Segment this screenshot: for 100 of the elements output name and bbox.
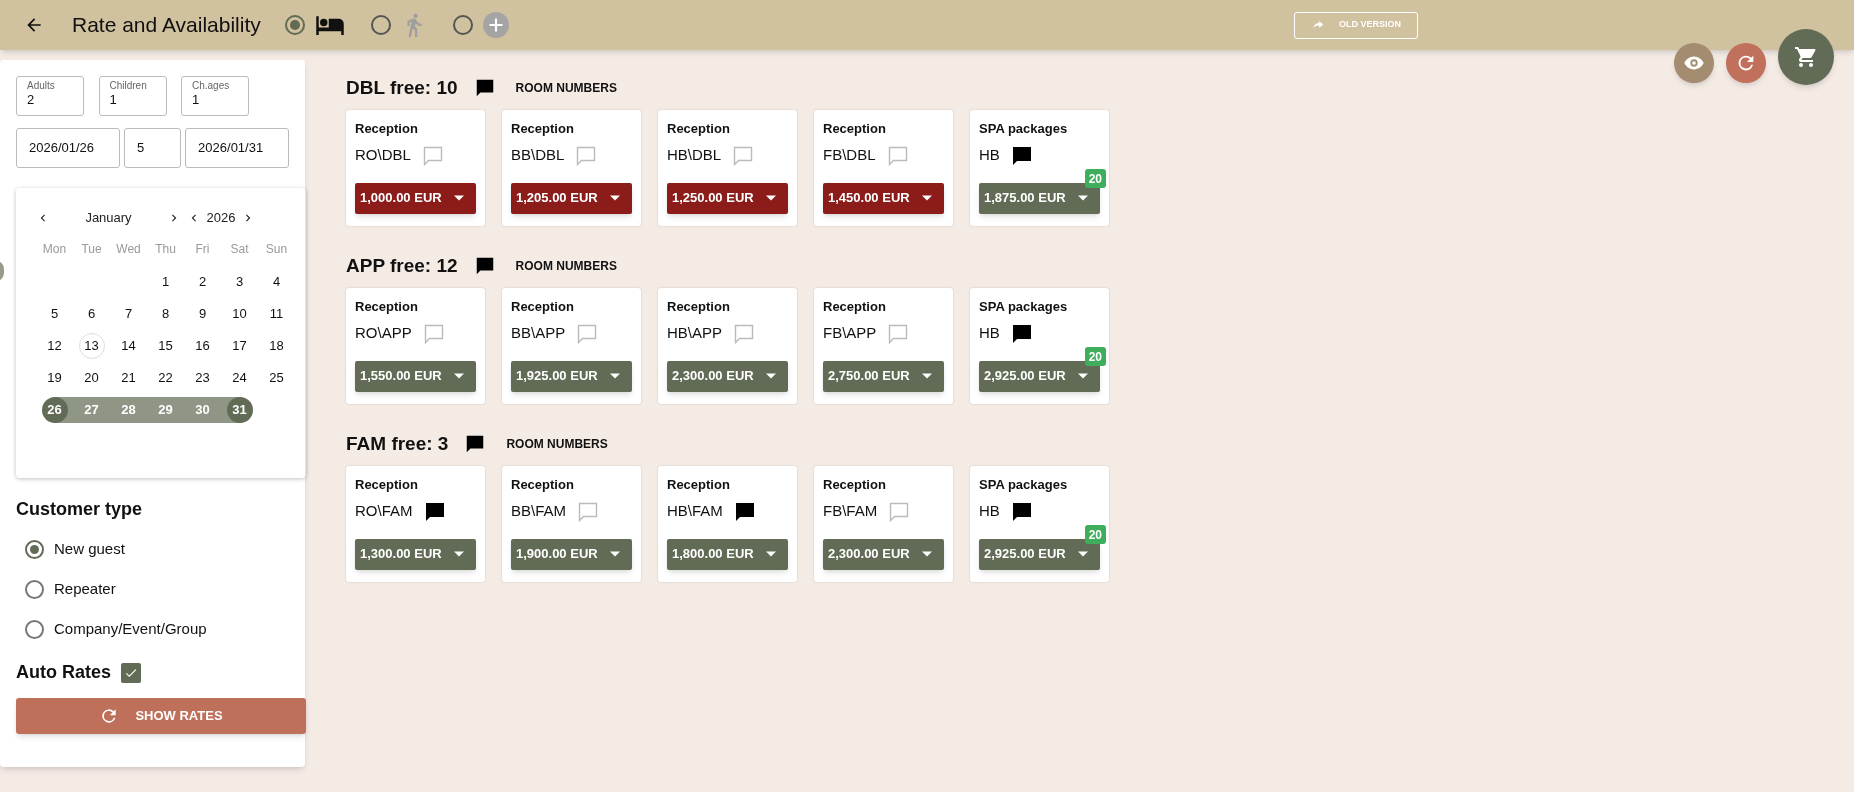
price-dropdown[interactable]: 1,205.00 EUR <box>511 182 632 214</box>
calendar-day[interactable]: 21 <box>115 365 142 391</box>
arrival-date-field[interactable]: 2026/01/26 <box>16 128 120 168</box>
departure-date-field[interactable]: 2026/01/31 <box>185 128 289 168</box>
room-numbers-button[interactable]: ROOM NUMBERS <box>515 79 617 97</box>
page-title: Rate and Availability <box>72 12 261 39</box>
radio-button[interactable] <box>25 539 44 559</box>
rate-group-label: Reception <box>355 476 419 494</box>
price-dropdown[interactable]: 2,300.00 EUR <box>823 538 944 570</box>
count-badge: 20 <box>1084 525 1106 544</box>
radio-button[interactable] <box>25 619 44 639</box>
section-title: Customer type <box>16 498 144 521</box>
caret-icon <box>454 551 464 557</box>
calendar-day[interactable]: 20 <box>78 365 105 391</box>
radio-label: Company/Event/Group <box>54 618 207 639</box>
rate-name: BB\APP <box>511 323 566 344</box>
rate-name: RO\FAM <box>355 501 413 522</box>
calendar-day[interactable]: 7 <box>115 301 142 327</box>
rate-group-label: Reception <box>355 120 419 138</box>
plus-icon <box>482 12 509 38</box>
calendar-day[interactable]: 22 <box>152 365 179 391</box>
rate-group-label: Reception <box>511 120 575 138</box>
calendar-day[interactable]: 15 <box>152 333 179 359</box>
price-dropdown[interactable]: 2,925.00 EUR <box>979 538 1100 570</box>
room-type-title: APP free: 12 <box>346 253 458 278</box>
price-dropdown[interactable]: 1,900.00 EUR <box>511 538 632 570</box>
caret-icon <box>610 551 620 557</box>
rate-group-label: Reception <box>823 298 887 316</box>
caret-icon <box>610 195 620 201</box>
adults-field[interactable]: Adults 2 <box>16 76 84 116</box>
caret-icon <box>766 373 776 379</box>
calendar-day[interactable]: 14 <box>115 333 142 359</box>
rate-name: RO\DBL <box>355 145 411 166</box>
calendar-day[interactable]: 31 <box>226 397 253 423</box>
price-dropdown[interactable]: 1,000.00 EUR <box>355 182 476 214</box>
nights-field[interactable]: 5 <box>123 128 182 168</box>
calendar-day[interactable]: 18 <box>263 333 290 359</box>
calendar-day[interactable]: 3 <box>226 269 253 295</box>
price-dropdown[interactable]: 2,300.00 EUR <box>667 360 788 392</box>
price-dropdown[interactable]: 1,800.00 EUR <box>667 538 788 570</box>
calendar-day[interactable]: 24 <box>226 365 253 391</box>
price-dropdown[interactable]: 2,925.00 EUR <box>979 360 1100 392</box>
calendar-day[interactable]: 4 <box>263 269 290 295</box>
rate-name: FB\APP <box>823 323 877 344</box>
count-badge: 20 <box>1084 169 1106 188</box>
auto-rates-checkbox[interactable] <box>121 662 141 683</box>
radio-label: Repeater <box>54 578 116 599</box>
rate-group-label: Reception <box>667 476 731 494</box>
rate-name: HB <box>979 323 1000 344</box>
month-label: January <box>84 209 133 228</box>
price-dropdown[interactable]: 1,250.00 EUR <box>667 182 788 214</box>
calendar-day[interactable]: 25 <box>263 365 290 391</box>
caret-icon <box>1078 373 1088 379</box>
rate-group-label: Reception <box>511 298 575 316</box>
calendar-day[interactable]: 10 <box>226 301 253 327</box>
price-dropdown[interactable]: 2,750.00 EUR <box>823 360 944 392</box>
mode-radio[interactable] <box>452 15 473 35</box>
caret-icon <box>1078 195 1088 201</box>
radio-button[interactable] <box>25 579 44 599</box>
radio-label: New guest <box>54 538 125 559</box>
preview-button[interactable] <box>1674 43 1714 83</box>
rate-name: HB\APP <box>667 323 723 344</box>
caret-icon <box>922 551 932 557</box>
price-dropdown[interactable]: 1,450.00 EUR <box>823 182 944 214</box>
price-dropdown[interactable]: 1,550.00 EUR <box>355 360 476 392</box>
price-dropdown[interactable]: 1,300.00 EUR <box>355 538 476 570</box>
rate-group-label: SPA packages <box>979 298 1069 316</box>
calendar-day[interactable]: 12 <box>41 333 68 359</box>
child-ages-field[interactable]: Ch.ages 1 <box>181 76 249 116</box>
mode-radio[interactable] <box>284 15 305 35</box>
room-numbers-button[interactable]: ROOM NUMBERS <box>515 257 617 275</box>
calendar-day[interactable]: 8 <box>152 301 179 327</box>
caret-icon <box>922 373 932 379</box>
calendar-day[interactable]: 5 <box>41 301 68 327</box>
room-numbers-button[interactable]: ROOM NUMBERS <box>506 435 608 453</box>
mode-radio[interactable] <box>370 15 391 35</box>
calendar-day[interactable]: 1 <box>152 269 179 295</box>
weekday-label: Fri <box>194 241 211 258</box>
calendar-day[interactable]: 11 <box>263 301 290 327</box>
calendar-day[interactable]: 6 <box>78 301 105 327</box>
calendar-day[interactable]: 23 <box>189 365 216 391</box>
rate-group-label: Reception <box>511 476 575 494</box>
price-dropdown[interactable]: 1,925.00 EUR <box>511 360 632 392</box>
cart-button[interactable] <box>1778 29 1834 85</box>
refresh-button[interactable] <box>1726 43 1766 83</box>
calendar-day[interactable]: 17 <box>226 333 253 359</box>
show-rates-button[interactable]: SHOW RATES <box>16 698 306 734</box>
rate-group-label: Reception <box>667 298 731 316</box>
children-field[interactable]: Children 1 <box>98 76 167 116</box>
calendar-day[interactable]: 16 <box>189 333 216 359</box>
rate-group-label: SPA packages <box>979 476 1069 494</box>
caret-icon <box>766 551 776 557</box>
weekday-label: Tue <box>80 241 103 258</box>
calendar-day[interactable]: 19 <box>41 365 68 391</box>
calendar-day[interactable]: 2 <box>189 269 216 295</box>
calendar-day[interactable]: 9 <box>189 301 216 327</box>
year-label: 2026 <box>205 209 237 228</box>
rate-group-label: SPA packages <box>979 120 1069 138</box>
calendar-day[interactable]: 26 <box>41 397 68 423</box>
price-dropdown[interactable]: 1,875.00 EUR <box>979 182 1100 214</box>
